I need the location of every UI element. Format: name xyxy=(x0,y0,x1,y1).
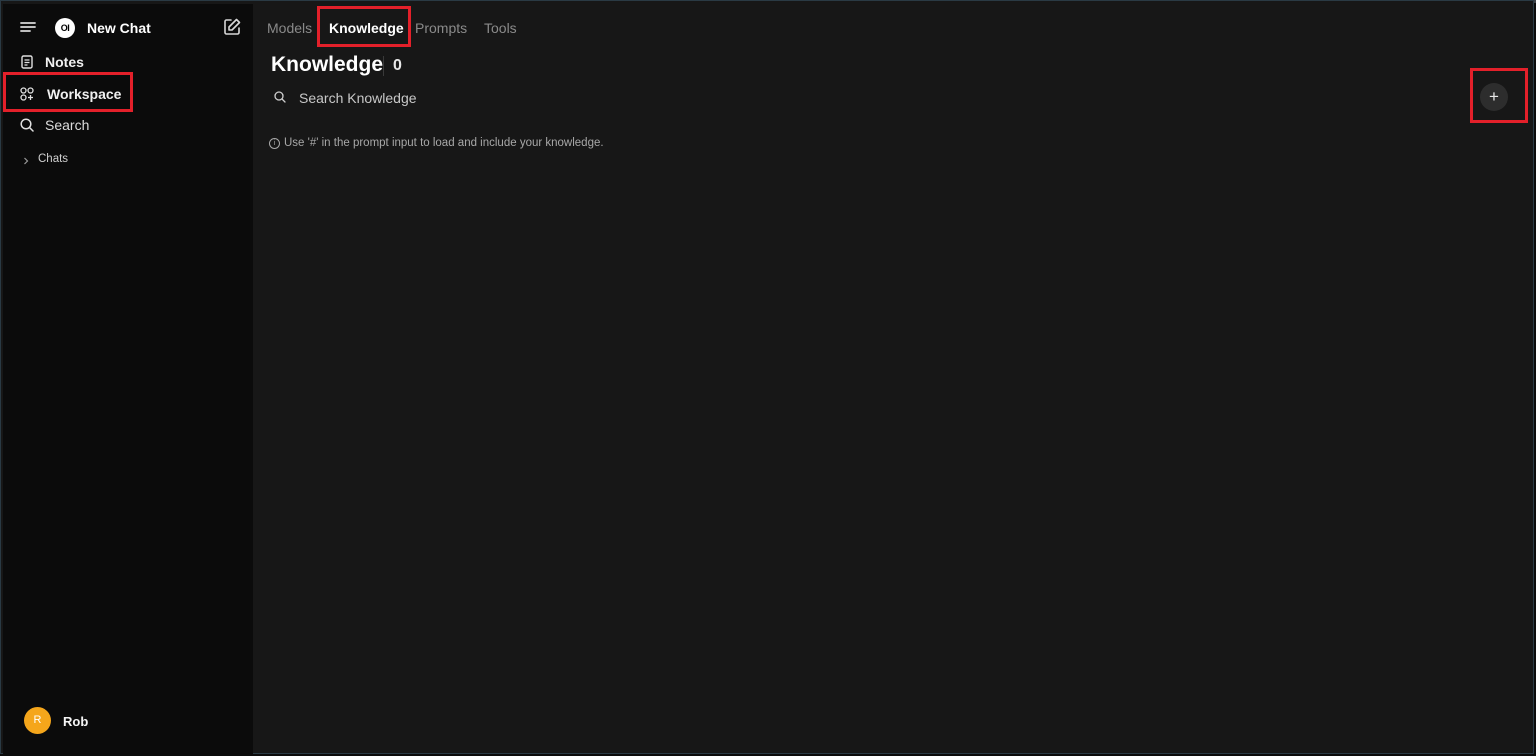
tab-tools[interactable]: Tools xyxy=(484,20,517,36)
sidebar-item-workspace[interactable]: Workspace xyxy=(3,80,253,108)
page-title: Knowledge xyxy=(271,53,384,76)
knowledge-search xyxy=(271,84,871,110)
sidebar-header: OI New Chat xyxy=(3,4,253,50)
chevron-right-icon xyxy=(21,153,31,165)
tab-models[interactable]: Models xyxy=(267,20,312,36)
app-frame: OI New Chat Notes Workspace Search Chats… xyxy=(0,0,1534,754)
main-content: Models Knowledge Prompts Tools Knowledge… xyxy=(253,4,1531,751)
sidebar-item-label: Notes xyxy=(45,54,84,70)
user-menu[interactable]: R Rob xyxy=(21,703,221,735)
search-icon xyxy=(273,90,287,104)
info-icon: i xyxy=(269,138,280,149)
avatar: R xyxy=(24,707,51,734)
notes-icon xyxy=(19,54,35,70)
user-name: Rob xyxy=(63,714,89,729)
menu-toggle-icon[interactable] xyxy=(17,16,39,38)
search-input[interactable] xyxy=(297,86,801,110)
search-icon xyxy=(19,117,35,133)
sidebar-item-search[interactable]: Search xyxy=(3,111,253,139)
workspace-icon xyxy=(19,86,35,102)
new-chat-link[interactable]: New Chat xyxy=(87,20,151,36)
hint-text: Use '#' in the prompt input to load and … xyxy=(284,137,604,149)
app-logo: OI xyxy=(55,18,75,38)
tab-knowledge[interactable]: Knowledge xyxy=(329,20,404,36)
knowledge-hint: i Use '#' in the prompt input to load and… xyxy=(269,137,604,149)
sidebar-item-notes[interactable]: Notes xyxy=(3,48,253,76)
title-divider xyxy=(383,56,384,76)
sidebar-item-label: Workspace xyxy=(47,86,122,102)
sidebar: OI New Chat Notes Workspace Search Chats… xyxy=(3,4,253,754)
add-knowledge-button[interactable]: + xyxy=(1480,83,1508,111)
knowledge-count: 0 xyxy=(393,57,402,74)
new-chat-edit-icon[interactable] xyxy=(221,16,243,38)
chats-label: Chats xyxy=(38,153,69,165)
tab-prompts[interactable]: Prompts xyxy=(415,20,467,36)
sidebar-item-label: Search xyxy=(45,117,90,133)
